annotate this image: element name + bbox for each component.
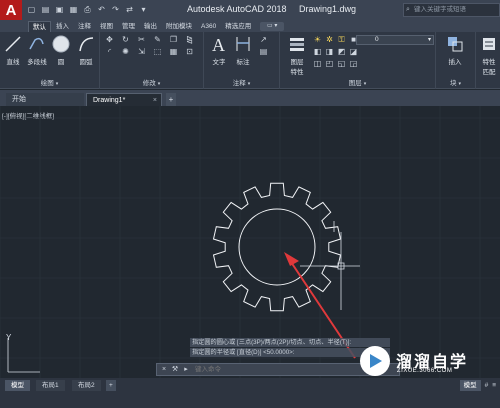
recent-commands-icon[interactable]: ▸: [181, 364, 191, 375]
customize-menu-icon[interactable]: ≡: [492, 380, 496, 391]
tab-model[interactable]: 模型: [5, 380, 30, 391]
gear-inner-circle[interactable]: [238, 208, 316, 286]
gear-drawing[interactable]: [212, 182, 342, 312]
model-space-toggle[interactable]: 模型: [459, 380, 481, 391]
add-layout-button[interactable]: +: [106, 380, 116, 391]
grid-toggle-icon[interactable]: #: [485, 380, 489, 391]
crosshair-cursor: [300, 221, 360, 310]
svg-text:Y: Y: [6, 333, 12, 342]
status-toggles: 模型 # ≡: [459, 380, 496, 391]
watermark-url: ZIXUE.3066.COM: [397, 368, 453, 374]
watermark-play-logo: [360, 346, 390, 376]
gear-outline[interactable]: [212, 182, 342, 312]
status-bar: 模型 布局1 布局2 + 模型 # ≡: [0, 378, 500, 408]
ucs-icon: Y: [6, 333, 40, 373]
close-icon[interactable]: ×: [159, 364, 169, 375]
tab-layout2[interactable]: 布局2: [72, 380, 101, 391]
autocad-window: A ▢ ▤ ▣ ▦ ⎙ ↶ ↷ ⇄ ▾ Autodesk AutoCAD 201…: [0, 0, 500, 408]
tab-layout1[interactable]: 布局1: [36, 380, 65, 391]
wrench-icon[interactable]: ⚒: [170, 364, 180, 375]
